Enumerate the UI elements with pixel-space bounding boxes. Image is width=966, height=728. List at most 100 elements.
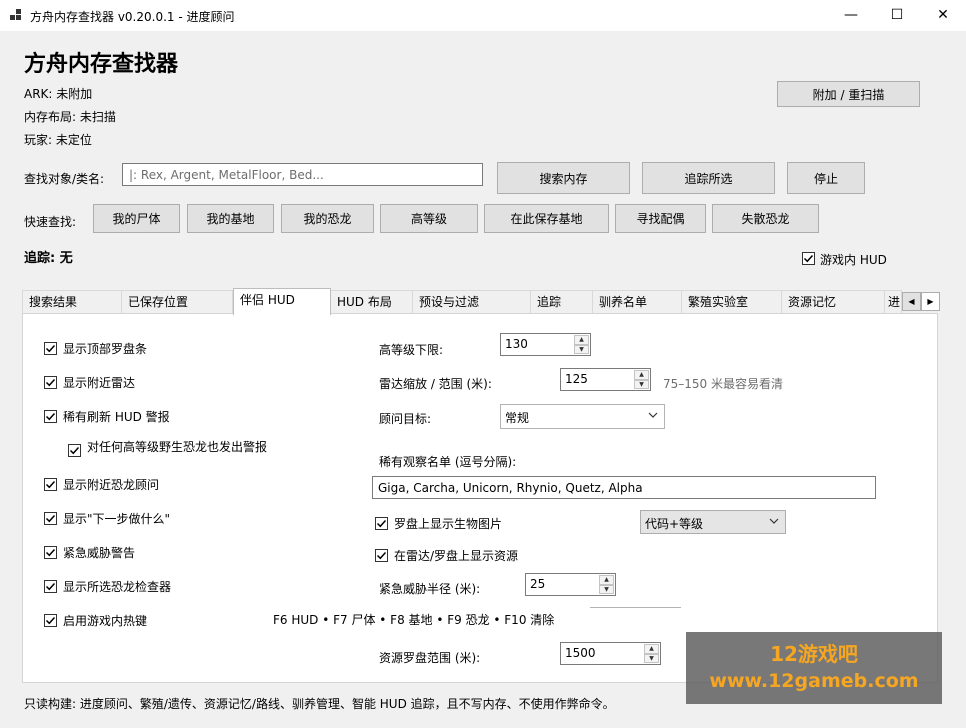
track-selected-button[interactable]: 追踪所选 [642, 162, 775, 194]
stepper-up-icon[interactable]: ▲ [634, 370, 649, 380]
compass-bar-checkbox[interactable] [44, 342, 57, 355]
stepper-down-icon[interactable]: ▼ [574, 344, 589, 354]
tab-companion-hud[interactable]: 伴侣 HUD [233, 288, 331, 315]
tab-scroll-buttons: ◀ ▶ [902, 292, 940, 311]
stepper-up-icon[interactable]: ▲ [644, 644, 659, 654]
checkmark-icon [45, 514, 56, 523]
tab-tame-list[interactable]: 驯养名单 [592, 290, 682, 314]
radar-range-label: 雷达缩放 / 范围 (米): [379, 377, 492, 391]
quick-find-mate-button[interactable]: 寻找配偶 [615, 204, 706, 233]
maximize-button[interactable]: ☐ [874, 0, 920, 31]
watermark-line2: www.12gameb.com [709, 670, 919, 692]
dino-inspector-label: 显示所选恐龙检查器 [63, 580, 172, 594]
quick-lost-dino-button[interactable]: 失散恐龙 [712, 204, 819, 233]
tab-presets-filters[interactable]: 预设与过滤 [412, 290, 531, 314]
stop-button[interactable]: 停止 [787, 162, 865, 194]
companion-hud-panel: 显示顶部罗盘条 显示附近雷达 稀有刷新 HUD 警报 对任何高等级野生恐龙也发出… [22, 313, 938, 683]
chevron-down-icon [769, 515, 779, 529]
radar-range-stepper[interactable]: 125 ▲ ▼ [560, 368, 651, 391]
tab-scroll-right-icon[interactable]: ▶ [921, 292, 940, 311]
watchlist-value: Giga, Carcha, Unicorn, Rhynio, Quetz, Al… [378, 480, 643, 495]
quick-my-dino-button[interactable]: 我的恐龙 [281, 204, 374, 233]
advisor-target-select[interactable]: 常规 [500, 404, 665, 429]
checkmark-icon [45, 582, 56, 591]
rare-spawn-alert-checkbox[interactable] [44, 410, 57, 423]
search-placeholder: |: Rex, Argent, MetalFloor, Bed... [129, 167, 324, 182]
show-resources-label: 在雷达/罗盘上显示资源 [394, 549, 519, 563]
tab-breeding-lab[interactable]: 繁殖实验室 [681, 290, 782, 314]
checkmark-icon [45, 480, 56, 489]
stepper-up-icon[interactable]: ▲ [599, 575, 614, 585]
checkmark-icon [45, 344, 56, 353]
threat-radius-value: 25 [530, 577, 546, 591]
checkmark-icon [45, 412, 56, 421]
high-level-min-stepper[interactable]: 130 ▲ ▼ [500, 333, 591, 356]
ingame-hotkeys-label: 启用游戏内热键 [63, 614, 148, 628]
tab-progress[interactable]: 进 [884, 290, 902, 314]
partial-control-divider [590, 607, 681, 608]
high-level-wild-alert-checkbox[interactable] [68, 444, 81, 457]
search-input[interactable]: |: Rex, Argent, MetalFloor, Bed... [122, 163, 483, 186]
dino-inspector-checkbox[interactable] [44, 580, 57, 593]
radar-range-value: 125 [565, 372, 588, 386]
app-title: 方舟内存查找器 [24, 52, 179, 77]
next-step-label: 显示"下一步做什么" [63, 512, 171, 526]
tab-tracking[interactable]: 追踪 [530, 290, 593, 314]
stepper-down-icon[interactable]: ▼ [644, 653, 659, 663]
player-status: 玩家: 未定位 [24, 133, 92, 147]
nearby-radar-checkbox[interactable] [44, 376, 57, 389]
tab-scroll-left-icon[interactable]: ◀ [902, 292, 921, 311]
creature-picture-checkbox[interactable] [375, 517, 388, 530]
nearby-dino-advisor-label: 显示附近恐龙顾问 [63, 478, 160, 492]
nearby-dino-advisor-checkbox[interactable] [44, 478, 57, 491]
title-bar: 方舟内存查找器 v0.20.0.1 - 进度顾问 — ☐ ✕ [0, 0, 966, 31]
checkmark-icon [69, 446, 80, 455]
rare-spawn-alert-label: 稀有刷新 HUD 警报 [63, 410, 170, 424]
next-step-checkbox[interactable] [44, 512, 57, 525]
quick-save-base-here-button[interactable]: 在此保存基地 [484, 204, 609, 233]
resource-compass-stepper[interactable]: 1500 ▲ ▼ [560, 642, 661, 665]
checkmark-icon [803, 254, 814, 263]
radar-range-hint: 75–150 米最容易看清 [663, 377, 783, 391]
stepper-up-icon[interactable]: ▲ [574, 335, 589, 345]
compass-bar-label: 显示顶部罗盘条 [63, 342, 148, 356]
stepper-down-icon[interactable]: ▼ [599, 584, 614, 594]
ingame-hotkeys-checkbox[interactable] [44, 614, 57, 627]
creature-picture-mode-select[interactable]: 代码+等级 [640, 510, 786, 534]
tab-search-results[interactable]: 搜索结果 [22, 290, 122, 314]
ark-status: ARK: 未附加 [24, 87, 93, 101]
advisor-target-label: 顾问目标: [379, 412, 432, 426]
close-button[interactable]: ✕ [920, 0, 966, 31]
quick-find-label: 快速查找: [24, 215, 77, 229]
attach-rescan-button[interactable]: 附加 / 重扫描 [777, 81, 920, 107]
checkmark-icon [45, 548, 56, 557]
checkmark-icon [45, 378, 56, 387]
minimize-button[interactable]: — [828, 0, 874, 31]
window-title: 方舟内存查找器 v0.20.0.1 - 进度顾问 [30, 10, 235, 24]
threat-radius-stepper[interactable]: 25 ▲ ▼ [525, 573, 616, 596]
search-memory-button[interactable]: 搜索内存 [497, 162, 630, 194]
resource-compass-label: 资源罗盘范围 (米): [379, 651, 481, 665]
stepper-down-icon[interactable]: ▼ [634, 379, 649, 389]
watchlist-label: 稀有观察名单 (逗号分隔): [379, 455, 517, 469]
site-watermark: 12游戏吧 www.12gameb.com [686, 632, 942, 704]
chevron-down-icon [648, 409, 658, 423]
ingame-hud-checkbox[interactable] [802, 252, 815, 265]
show-resources-checkbox[interactable] [375, 549, 388, 562]
app-icon [10, 9, 24, 23]
quick-my-corpse-button[interactable]: 我的尸体 [93, 204, 180, 233]
watchlist-input[interactable]: Giga, Carcha, Unicorn, Rhynio, Quetz, Al… [372, 476, 876, 499]
creature-picture-label: 罗盘上显示生物图片 [394, 517, 503, 531]
search-label: 查找对象/类名: [24, 172, 105, 186]
tab-hud-layout[interactable]: HUD 布局 [330, 290, 413, 314]
tab-resource-memory[interactable]: 资源记忆 [781, 290, 885, 314]
high-level-min-label: 高等级下限: [379, 343, 444, 357]
threat-warning-checkbox[interactable] [44, 546, 57, 559]
tracking-status: 追踪: 无 [24, 251, 73, 266]
footer-status: 只读构建: 进度顾问、繁殖/遗传、资源记忆/路线、驯养管理、智能 HUD 追踪，… [24, 697, 615, 711]
tab-saved-locations[interactable]: 已保存位置 [121, 290, 233, 314]
quick-my-base-button[interactable]: 我的基地 [187, 204, 274, 233]
creature-picture-mode-value: 代码+等级 [645, 517, 704, 531]
quick-high-level-button[interactable]: 高等级 [380, 204, 478, 233]
nearby-radar-label: 显示附近雷达 [63, 376, 136, 390]
